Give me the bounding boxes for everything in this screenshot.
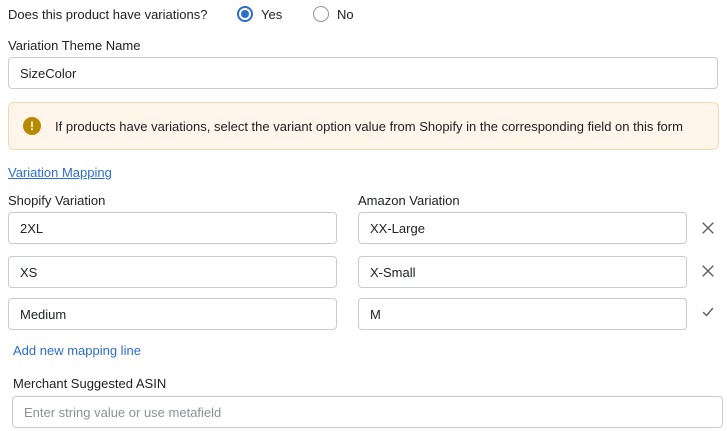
amazon-variation-value: XX-Large (370, 220, 425, 236)
radio-no-label: No (337, 6, 354, 22)
amazon-variation-input[interactable]: XX-Large (358, 212, 687, 244)
warning-icon: ! (23, 117, 41, 135)
asin-label: Merchant Suggested ASIN (13, 376, 167, 391)
amazon-variation-value: M (370, 306, 381, 322)
shopify-variation-value: XS (20, 264, 38, 280)
shopify-variation-input[interactable]: 2XL (8, 212, 337, 244)
theme-label: Variation Theme Name (8, 38, 141, 53)
radio-no-control[interactable] (313, 6, 329, 22)
radio-yes-control[interactable] (237, 6, 253, 22)
amazon-variation-header: Amazon Variation (358, 193, 460, 208)
close-icon[interactable] (700, 263, 716, 279)
shopify-variation-value: 2XL (20, 220, 44, 236)
asin-input[interactable]: Enter string value or use metafield (12, 396, 723, 428)
banner-text: If products have variations, select the … (55, 118, 683, 134)
checkmark-icon[interactable] (700, 304, 716, 320)
close-icon[interactable] (700, 220, 716, 236)
radio-yes-label: Yes (261, 6, 283, 22)
shopify-variation-header: Shopify Variation (8, 193, 106, 208)
amazon-variation-value: X-Small (370, 264, 416, 280)
shopify-variation-value: Medium (20, 306, 67, 322)
shopify-variation-input[interactable]: Medium (8, 298, 337, 330)
variation-mapping-link[interactable]: Variation Mapping (8, 165, 112, 180)
radio-no[interactable]: No (313, 6, 354, 22)
theme-input-value: SizeColor (20, 65, 77, 81)
variations-question-label: Does this product have variations? (8, 7, 208, 22)
amazon-variation-input[interactable]: M (358, 298, 687, 330)
info-banner: ! If products have variations, select th… (8, 102, 719, 150)
shopify-variation-input[interactable]: XS (8, 256, 337, 288)
add-mapping-line-link[interactable]: Add new mapping line (13, 343, 141, 358)
asin-input-placeholder: Enter string value or use metafield (24, 404, 222, 420)
amazon-variation-input[interactable]: X-Small (358, 256, 687, 288)
radio-yes[interactable]: Yes (237, 6, 282, 22)
theme-input[interactable]: SizeColor (8, 57, 718, 89)
